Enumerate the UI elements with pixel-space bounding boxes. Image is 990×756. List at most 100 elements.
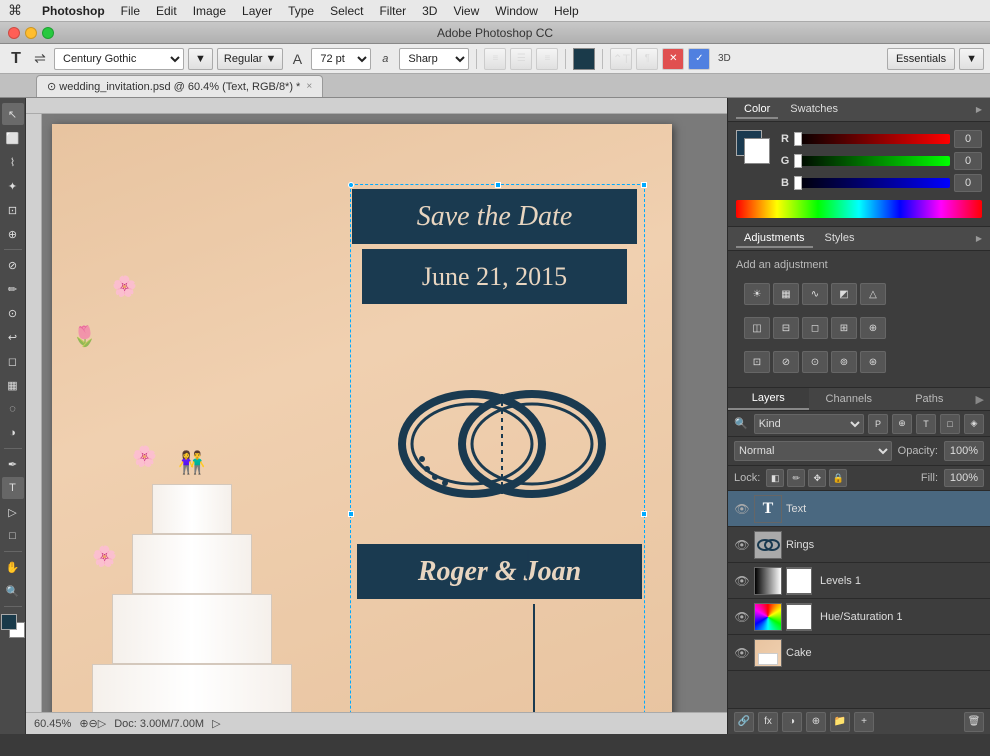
window-controls[interactable] bbox=[8, 27, 54, 39]
layer-item-levels[interactable]: 👁 Levels 1 bbox=[728, 563, 990, 599]
exposure-adj-btn[interactable]: ◩ bbox=[831, 283, 857, 305]
blue-value[interactable]: 0 bbox=[954, 174, 982, 192]
align-right-btn[interactable]: ≡ bbox=[536, 48, 558, 70]
color-swatches-display[interactable] bbox=[736, 130, 772, 166]
menu-type[interactable]: Type bbox=[280, 0, 322, 22]
maximize-button[interactable] bbox=[42, 27, 54, 39]
menu-photoshop[interactable]: Photoshop bbox=[34, 0, 113, 22]
menu-window[interactable]: Window bbox=[487, 0, 546, 22]
text-orient-icon[interactable]: ⇌ bbox=[30, 49, 50, 69]
threshold-adj-btn[interactable]: ⊙ bbox=[802, 351, 828, 373]
red-slider[interactable] bbox=[794, 134, 950, 144]
healing-brush-tool[interactable]: ⊘ bbox=[2, 254, 24, 276]
layers-panel-menu[interactable]: ▶ bbox=[970, 388, 990, 410]
layer-item-rings[interactable]: 👁 Rings bbox=[728, 527, 990, 563]
hand-tool[interactable]: ✋ bbox=[2, 556, 24, 578]
toggle-3d-icon[interactable]: 3D bbox=[714, 49, 734, 69]
layer-item-huesat[interactable]: 👁 Hue/Saturation 1 bbox=[728, 599, 990, 635]
gradient-tool[interactable]: ▦ bbox=[2, 374, 24, 396]
apple-menu[interactable]: ⌘ bbox=[8, 2, 22, 19]
text-tool[interactable]: T bbox=[2, 477, 24, 499]
invert-adj-btn[interactable]: ⊡ bbox=[744, 351, 770, 373]
vibrance-adj-btn[interactable]: △ bbox=[860, 283, 886, 305]
opacity-input[interactable]: 100% bbox=[944, 441, 984, 461]
color-tools[interactable] bbox=[1, 614, 25, 638]
layer-visibility-text[interactable]: 👁 bbox=[734, 501, 750, 517]
fill-input[interactable]: 100% bbox=[944, 469, 984, 487]
link-layers-btn[interactable]: 🔗 bbox=[734, 712, 754, 732]
adjustments-arrow[interactable]: ▶ bbox=[976, 234, 982, 243]
channels-tab[interactable]: Channels bbox=[809, 388, 890, 410]
layer-item-cake[interactable]: 👁 Cake bbox=[728, 635, 990, 671]
colorbalance-adj-btn[interactable]: ⊟ bbox=[773, 317, 799, 339]
pen-tool[interactable]: ✒ bbox=[2, 453, 24, 475]
menu-layer[interactable]: Layer bbox=[234, 0, 280, 22]
layer-visibility-huesat[interactable]: 👁 bbox=[734, 609, 750, 625]
warp-text-btn[interactable]: ⌃T bbox=[610, 48, 632, 70]
filter-adjustment-btn[interactable]: ⊕ bbox=[892, 414, 912, 434]
blending-mode-select[interactable]: Normal bbox=[734, 441, 892, 461]
layers-tab[interactable]: Layers bbox=[728, 388, 809, 410]
menu-filter[interactable]: Filter bbox=[371, 0, 414, 22]
lock-transparent-btn[interactable]: ◧ bbox=[766, 469, 784, 487]
menu-view[interactable]: View bbox=[445, 0, 487, 22]
filter-shape-btn[interactable]: □ bbox=[940, 414, 960, 434]
channelmixer-adj-btn[interactable]: ⊕ bbox=[860, 317, 886, 339]
align-left-btn[interactable]: ≡ bbox=[484, 48, 506, 70]
gradmap-adj-btn[interactable]: ⊚ bbox=[831, 351, 857, 373]
canvas-main[interactable]: 🌸 🌷 🌸 🌸 🌷 🌸 👫 bbox=[42, 114, 727, 712]
color-spectrum[interactable] bbox=[736, 200, 982, 218]
minimize-button[interactable] bbox=[25, 27, 37, 39]
foreground-color[interactable] bbox=[1, 614, 17, 630]
move-tool[interactable]: ↖ bbox=[2, 103, 24, 125]
color-panel-header[interactable]: Color Swatches ▶ bbox=[728, 98, 990, 122]
antialiasing-select[interactable]: Sharp bbox=[399, 48, 469, 70]
lock-position-btn[interactable]: ✥ bbox=[808, 469, 826, 487]
adjustments-tab[interactable]: Adjustments bbox=[736, 230, 813, 248]
align-center-btn[interactable]: ☰ bbox=[510, 48, 532, 70]
brightness-adj-btn[interactable]: ☀ bbox=[744, 283, 770, 305]
text-color-swatch[interactable] bbox=[573, 48, 595, 70]
confirm-text-btn[interactable]: ✓ bbox=[688, 48, 710, 70]
brush-tool[interactable]: ✏ bbox=[2, 278, 24, 300]
levels-adj-btn[interactable]: ▦ bbox=[773, 283, 799, 305]
menu-3d[interactable]: 3D bbox=[414, 0, 445, 22]
char-panel-btn[interactable]: ¶ bbox=[636, 48, 658, 70]
clone-stamp-tool[interactable]: ⊙ bbox=[2, 302, 24, 324]
styles-tab[interactable]: Styles bbox=[817, 230, 863, 248]
eyedropper-tool[interactable]: ⊕ bbox=[2, 223, 24, 245]
posterize-adj-btn[interactable]: ⊘ bbox=[773, 351, 799, 373]
dodge-tool[interactable]: ◑ bbox=[2, 422, 24, 444]
marquee-tool[interactable]: ⬜ bbox=[2, 127, 24, 149]
shape-tool[interactable]: □ bbox=[2, 525, 24, 547]
layer-visibility-levels[interactable]: 👁 bbox=[734, 573, 750, 589]
crop-tool[interactable]: ⊡ bbox=[2, 199, 24, 221]
photofilter-adj-btn[interactable]: ⊞ bbox=[831, 317, 857, 339]
layer-style-btn[interactable]: fx bbox=[758, 712, 778, 732]
selectivecolor-adj-btn[interactable]: ⊛ bbox=[860, 351, 886, 373]
layer-visibility-rings[interactable]: 👁 bbox=[734, 537, 750, 553]
swatches-tab[interactable]: Swatches bbox=[782, 101, 846, 119]
lock-pixels-btn[interactable]: ✏ bbox=[787, 469, 805, 487]
new-adj-layer-btn[interactable]: ⊕ bbox=[806, 712, 826, 732]
cancel-text-btn[interactable]: ✕ bbox=[662, 48, 684, 70]
filter-type-btn[interactable]: T bbox=[916, 414, 936, 434]
font-style-btn[interactable]: Regular ▼ bbox=[217, 48, 283, 70]
layer-kind-filter[interactable]: Kind bbox=[754, 414, 864, 434]
filter-smart-btn[interactable]: ◈ bbox=[964, 414, 984, 434]
filter-pixel-btn[interactable]: P bbox=[868, 414, 888, 434]
menu-help[interactable]: Help bbox=[546, 0, 587, 22]
tab-close[interactable]: × bbox=[306, 81, 312, 92]
curves-adj-btn[interactable]: ∿ bbox=[802, 283, 828, 305]
green-slider[interactable] bbox=[794, 156, 950, 166]
close-button[interactable] bbox=[8, 27, 20, 39]
adjustments-panel-header[interactable]: Adjustments Styles ▶ bbox=[728, 227, 990, 251]
history-brush-tool[interactable]: ↩ bbox=[2, 326, 24, 348]
essentials-button[interactable]: Essentials bbox=[887, 48, 955, 70]
blur-tool[interactable]: ◌ bbox=[2, 398, 24, 420]
menu-file[interactable]: File bbox=[113, 0, 148, 22]
add-mask-btn[interactable]: ◑ bbox=[782, 712, 802, 732]
red-value[interactable]: 0 bbox=[954, 130, 982, 148]
menu-select[interactable]: Select bbox=[322, 0, 371, 22]
info-arrow[interactable]: ▷ bbox=[212, 717, 220, 730]
